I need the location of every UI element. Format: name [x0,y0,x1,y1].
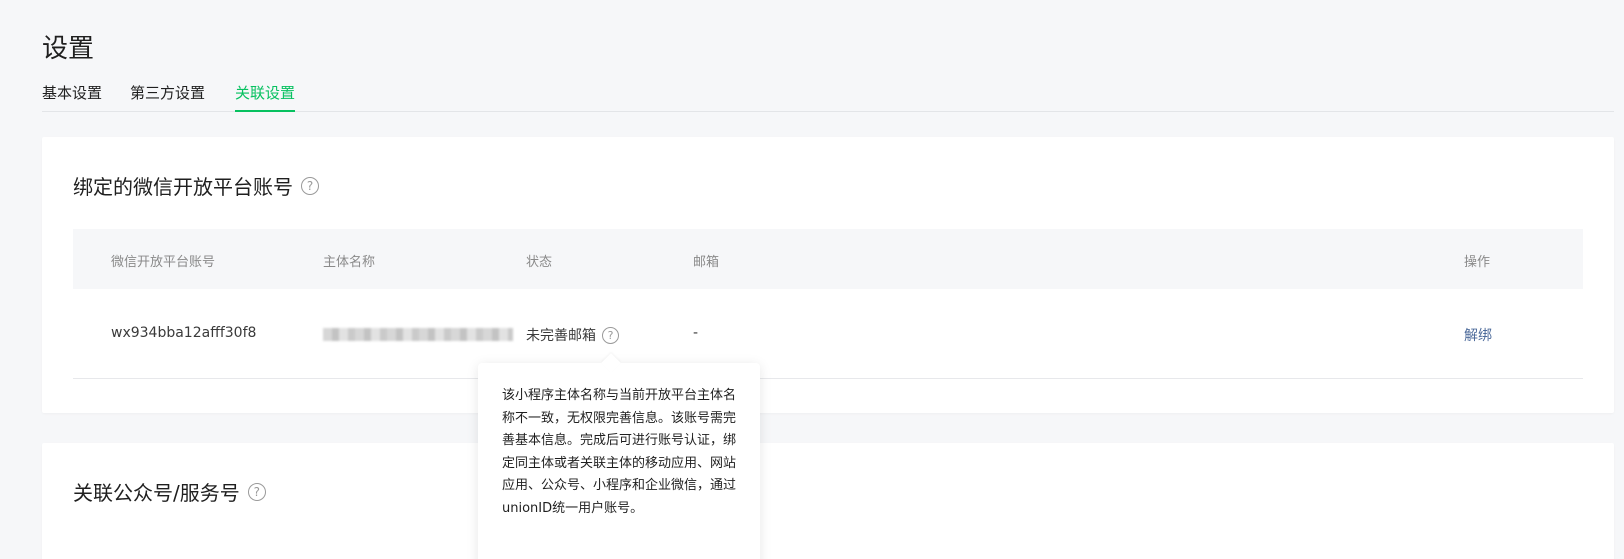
table-header: 微信开放平台账号 主体名称 状态 邮箱 操作 [73,229,1583,289]
account-id: wx934bba12afff30f8 [111,325,257,341]
tooltip-text: 该小程序主体名称与当前开放平台主体名称不一致，无权限完善信息。该账号需完善基本信… [502,388,737,516]
table-row: wx934bba12afff30f8 未完善邮箱 ? - 解绑 [73,289,1583,379]
unbind-link[interactable]: 解绑 [1464,325,1492,345]
status-text: 未完善邮箱 [526,328,596,344]
status-cell: 未完善邮箱 ? [526,325,619,345]
official-account-title: 关联公众号/服务号 ? [73,477,266,506]
column-header-status: 状态 [526,255,553,270]
column-header-subject-name: 主体名称 [323,255,376,270]
column-header-email: 邮箱 [693,255,720,270]
open-platform-title-text: 绑定的微信开放平台账号 [73,175,293,199]
official-account-title-text: 关联公众号/服务号 [73,481,240,505]
column-header-action: 操作 [1464,255,1491,270]
settings-tabs: 基本设置 第三方设置 关联设置 [42,82,1614,112]
help-icon[interactable]: ? [301,176,319,195]
status-help-icon[interactable]: ? [602,326,619,344]
column-header-account: 微信开放平台账号 [111,255,216,270]
status-tooltip: 该小程序主体名称与当前开放平台主体名称不一致，无权限完善信息。该账号需完善基本信… [478,353,760,559]
open-platform-title: 绑定的微信开放平台账号 ? [73,171,319,200]
settings-page: 设置 基本设置 第三方设置 关联设置 绑定的微信开放平台账号 ? 微信开放平台账… [0,0,1624,559]
open-platform-card: 绑定的微信开放平台账号 ? 微信开放平台账号 主体名称 状态 邮箱 操作 wx9… [42,137,1614,413]
tab-association-settings[interactable]: 关联设置 [235,82,296,112]
subject-name-redacted [323,328,513,341]
tab-third-party-settings[interactable]: 第三方设置 [130,82,205,112]
help-icon[interactable]: ? [247,482,266,501]
email-cell: - [693,325,699,341]
official-account-card: 关联公众号/服务号 ? [42,443,1614,559]
page-title: 设置 [42,34,95,64]
tab-basic-settings[interactable]: 基本设置 [42,82,102,112]
